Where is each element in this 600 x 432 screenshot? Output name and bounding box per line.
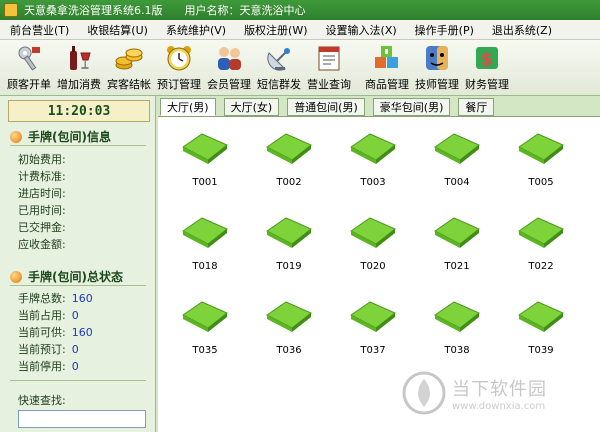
- green-card-icon: [266, 217, 312, 248]
- room-tile[interactable]: T002: [260, 129, 318, 191]
- green-card-icon: [434, 217, 480, 248]
- quick-search-input[interactable]: [18, 410, 146, 428]
- room-tile[interactable]: T038: [428, 297, 486, 359]
- coins-icon: [115, 48, 143, 70]
- room-tile[interactable]: T003: [344, 129, 402, 191]
- bullet-icon: [10, 270, 22, 283]
- menu-checkout[interactable]: 收银结算(U): [87, 22, 148, 38]
- open-order-button[interactable]: 顾客开单: [4, 41, 54, 95]
- green-card-icon: [518, 301, 564, 332]
- room-tile[interactable]: T037: [344, 297, 402, 359]
- satellite-icon: [267, 48, 290, 71]
- room-tile[interactable]: T020: [344, 213, 402, 275]
- bullet-icon: [10, 130, 22, 143]
- green-card-icon: [350, 301, 396, 332]
- watermark-logo-icon: [402, 371, 446, 415]
- status-reserved: 当前预订: 0: [18, 343, 79, 356]
- left-panel: 11:20:03 手牌(包间)信息 初始费用: 计费标准: 进店时间: 已用时间…: [0, 96, 156, 432]
- tab-standard-room[interactable]: 普通包间(男): [287, 98, 365, 116]
- report-icon: [318, 46, 340, 71]
- green-card-icon: [434, 133, 480, 164]
- room-tile[interactable]: T022: [512, 213, 570, 275]
- tab-restaurant[interactable]: 餐厅: [458, 98, 495, 116]
- field-amount-due: 应收金额:: [18, 238, 66, 251]
- green-card-icon: [434, 301, 480, 332]
- watermark-brand: 当下软件园: [452, 378, 547, 400]
- field-billing-standard: 计费标准:: [18, 170, 66, 183]
- green-card-icon: [518, 217, 564, 248]
- technician-management-button[interactable]: 技师管理: [412, 41, 462, 95]
- boxes-icon: [375, 46, 398, 68]
- menu-front-desk[interactable]: 前台营业(T): [10, 22, 69, 38]
- window-title: 天意桑拿洗浴管理系统6.1版: [24, 4, 163, 17]
- room-tile[interactable]: T039: [512, 297, 570, 359]
- room-tile[interactable]: T019: [260, 213, 318, 275]
- room-tabs: 大厅(男) 大厅(女) 普通包间(男) 豪华包间(男) 餐厅: [160, 98, 502, 116]
- goods-management-button[interactable]: 商品管理: [362, 41, 412, 95]
- tab-hall-male[interactable]: 大厅(男): [160, 98, 216, 116]
- room-tile[interactable]: T005: [512, 129, 570, 191]
- menu-registration[interactable]: 版权注册(W): [244, 22, 307, 38]
- guest-checkout-button[interactable]: 宾客结帐: [104, 41, 154, 95]
- room-tile[interactable]: T018: [176, 213, 234, 275]
- technician-icon: [426, 46, 448, 70]
- room-tile[interactable]: T001: [176, 129, 234, 191]
- room-tile[interactable]: T035: [176, 297, 234, 359]
- quick-search-label: 快速查找:: [18, 394, 66, 407]
- field-initial-fee: 初始费用:: [18, 153, 66, 166]
- green-card-icon: [182, 217, 228, 248]
- status-section-title: 手牌(包间)总状态: [10, 268, 123, 285]
- field-used-time: 已用时间:: [18, 204, 66, 217]
- user-label: 用户名称：天意洗浴中心: [184, 4, 306, 17]
- tab-deluxe-room[interactable]: 豪华包间(男): [372, 98, 451, 116]
- add-consumption-button[interactable]: 增加消费: [54, 41, 104, 95]
- room-tile[interactable]: T004: [428, 129, 486, 191]
- green-card-icon: [266, 133, 312, 164]
- reservation-button[interactable]: 预订管理: [154, 41, 204, 95]
- member-management-button[interactable]: 会员管理: [204, 41, 254, 95]
- status-disabled: 当前停用: 0: [18, 360, 79, 373]
- room-tile[interactable]: T021: [428, 213, 486, 275]
- watermark-url: www.downxia.com: [452, 400, 546, 412]
- green-card-icon: [266, 301, 312, 332]
- members-icon: [218, 47, 241, 70]
- info-section-title: 手牌(包间)信息: [10, 128, 111, 145]
- status-total: 手牌总数: 160: [18, 292, 93, 305]
- watermark: 当下软件园 www.downxia.com: [402, 364, 592, 422]
- status-occupied: 当前占用: 0: [18, 309, 79, 322]
- clock-display: 11:20:03: [8, 100, 150, 122]
- business-query-button[interactable]: 营业查询: [304, 41, 354, 95]
- title-bar: 天意桑拿洗浴管理系统6.1版 用户名称：天意洗浴中心: [0, 0, 600, 20]
- menu-manual[interactable]: 操作手册(P): [415, 22, 474, 38]
- sms-broadcast-button[interactable]: 短信群发: [254, 41, 304, 95]
- finance-management-button[interactable]: $ 财务管理: [462, 41, 512, 95]
- green-card-icon: [350, 133, 396, 164]
- green-card-icon: [182, 133, 228, 164]
- finance-icon: $: [476, 47, 498, 70]
- menu-bar: 前台营业(T) 收银结算(U) 系统维护(V) 版权注册(W) 设置输入法(X)…: [0, 20, 600, 40]
- app-icon: [4, 3, 18, 17]
- svg-text:$: $: [481, 49, 494, 70]
- room-grid: T001 T002 T003 T004 T005 T018 T019 T020 …: [158, 116, 600, 432]
- green-card-icon: [518, 133, 564, 164]
- menu-exit[interactable]: 退出系统(Z): [492, 22, 552, 38]
- alarm-clock-icon: [167, 46, 191, 71]
- green-card-icon: [182, 301, 228, 332]
- tab-hall-female[interactable]: 大厅(女): [223, 98, 280, 116]
- status-available: 当前可供: 160: [18, 326, 93, 339]
- room-tile[interactable]: T036: [260, 297, 318, 359]
- key-icon: [18, 46, 40, 71]
- field-deposit: 已交押金:: [18, 221, 66, 234]
- wine-icon: [70, 46, 91, 70]
- field-checkin-time: 进店时间:: [18, 187, 66, 200]
- green-card-icon: [350, 217, 396, 248]
- menu-input-method[interactable]: 设置输入法(X): [326, 22, 397, 38]
- menu-system[interactable]: 系统维护(V): [166, 22, 226, 38]
- toolbar: 顾客开单 增加消费 宾客结帐 预订管理 会员管理 短信群发 营业查询 商品管理 …: [0, 40, 600, 96]
